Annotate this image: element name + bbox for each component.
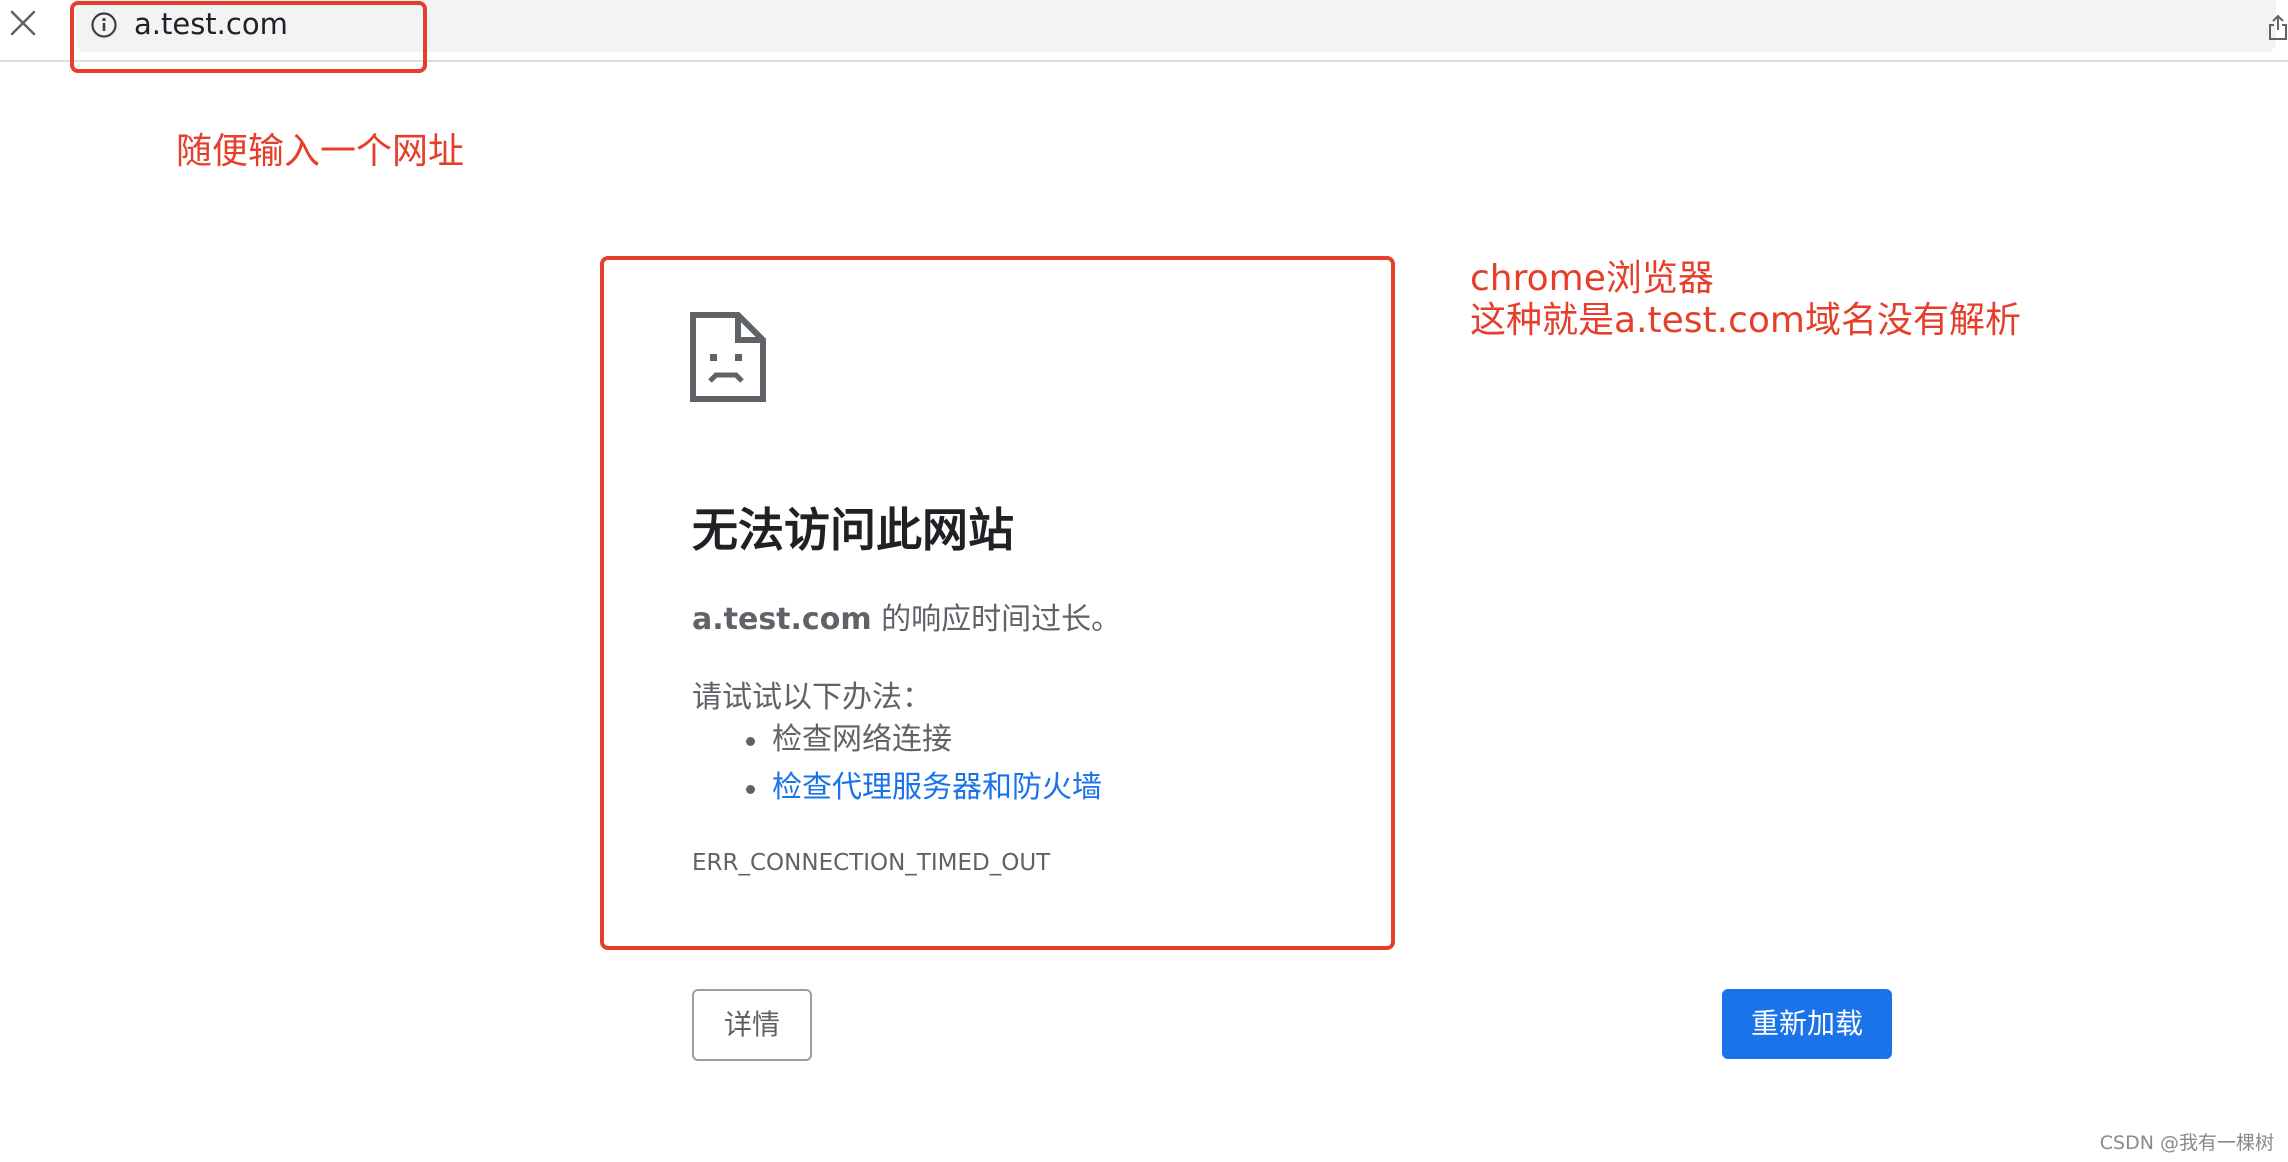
suggestion-check-network: 检查网络连接 (692, 716, 1102, 764)
error-code: ERR_CONNECTION_TIMED_OUT (692, 850, 1051, 876)
sad-page-icon (690, 312, 766, 402)
close-icon[interactable] (8, 8, 38, 38)
url-annotation-note: 随便输入一个网址 (176, 131, 465, 172)
suggestion-check-proxy-firewall-link[interactable]: 检查代理服务器和防火墙 (692, 764, 1102, 812)
share-icon[interactable] (2268, 12, 2288, 42)
details-button[interactable]: 详情 (692, 989, 812, 1061)
watermark: CSDN @我有一棵树 (2099, 1132, 2274, 1154)
error-description-text: 的响应时间过长。 (871, 602, 1122, 637)
chrome-note-line2: 这种就是a.test.com域名没有解析 (1470, 300, 2021, 341)
error-host: a.test.com (692, 602, 872, 637)
error-description: a.test.com 的响应时间过长。 (692, 594, 1121, 638)
suggestions-list: 检查网络连接 检查代理服务器和防火墙 (692, 716, 1102, 812)
reload-button[interactable]: 重新加载 (1722, 989, 1892, 1059)
chrome-annotation-note: chrome浏览器 这种就是a.test.com域名没有解析 (1470, 258, 2021, 342)
url-highlight-box (70, 1, 427, 73)
error-title: 无法访问此网站 (692, 503, 1014, 557)
chrome-note-line1: chrome浏览器 (1470, 258, 1714, 299)
suggestions-heading: 请试试以下办法： (692, 680, 932, 715)
